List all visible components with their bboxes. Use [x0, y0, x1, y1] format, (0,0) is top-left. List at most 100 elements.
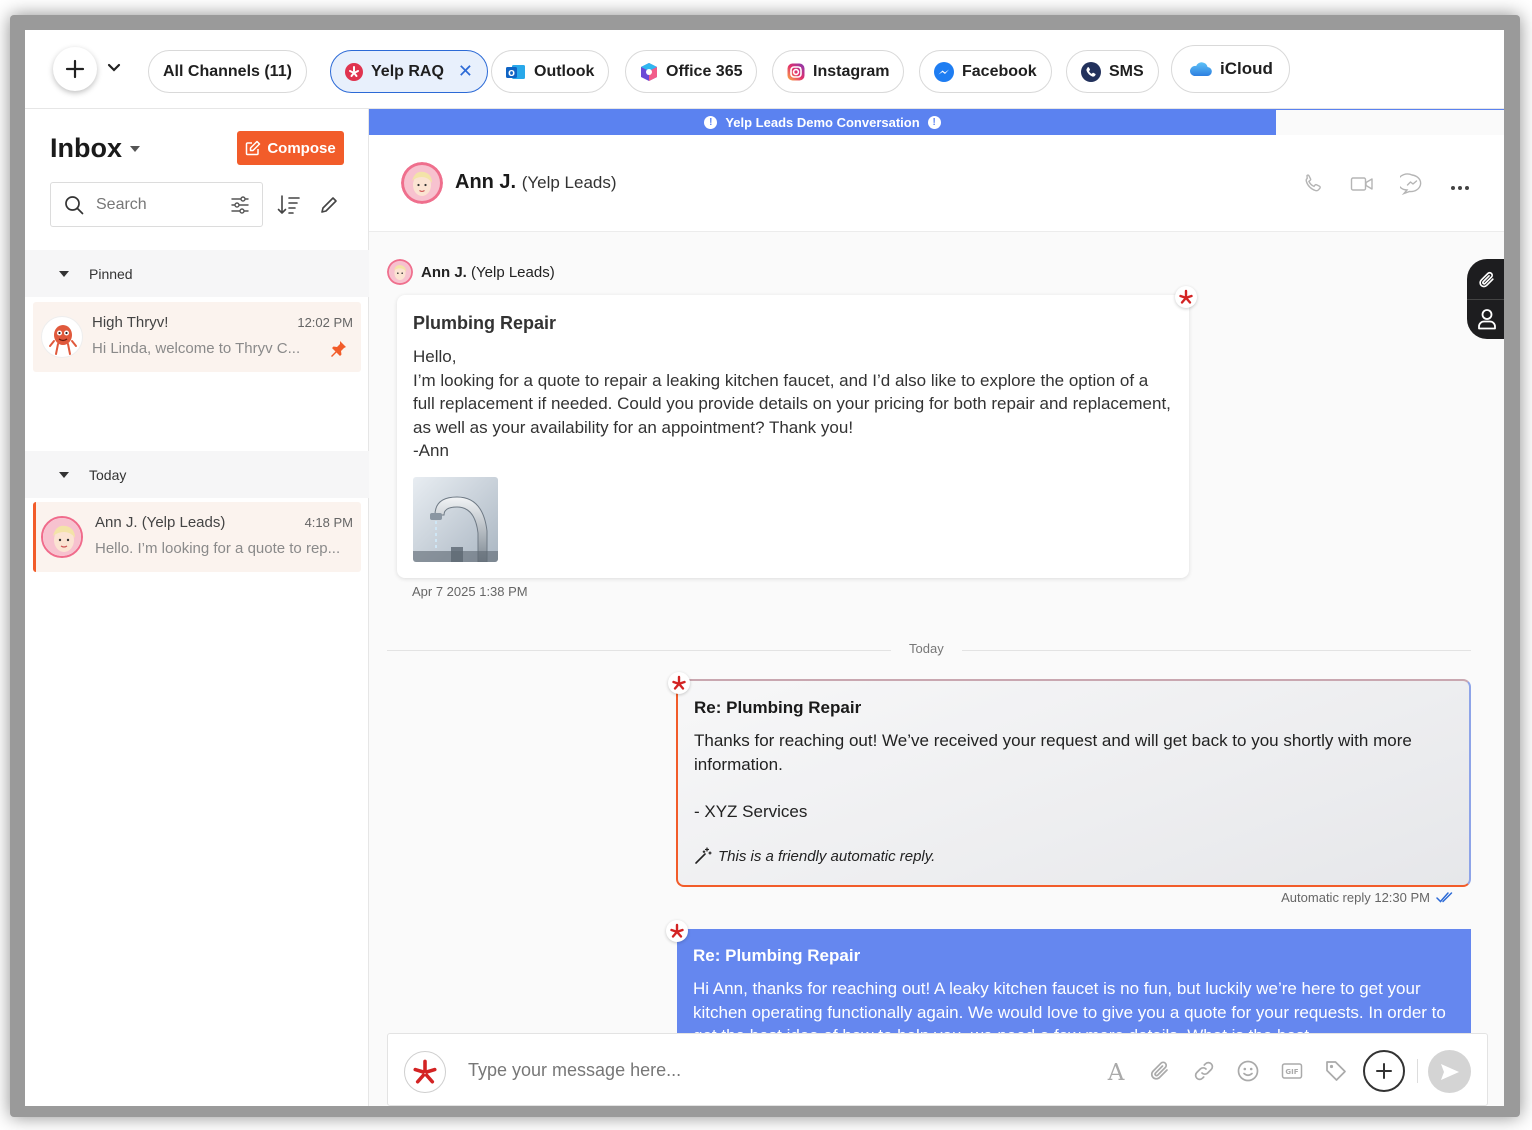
- paperclip-icon[interactable]: [1148, 1059, 1172, 1088]
- tag-icon[interactable]: [1324, 1059, 1348, 1088]
- search-input[interactable]: Search: [50, 182, 263, 227]
- toolbar-divider: [1417, 1059, 1418, 1083]
- chip-icloud[interactable]: iCloud: [1171, 45, 1290, 93]
- magic-wand-icon: [695, 847, 712, 864]
- chip-outlook[interactable]: O Outlook: [491, 50, 610, 93]
- section-today-header[interactable]: Today: [25, 451, 369, 498]
- gif-icon[interactable]: GIF: [1280, 1059, 1304, 1088]
- conversation-item-ann-j[interactable]: Ann J. (Yelp Leads) 4:18 PM Hello. I’m l…: [33, 502, 361, 572]
- text-format-icon[interactable]: A: [1104, 1059, 1128, 1088]
- composer-toolbar: A GIF: [1104, 1059, 1348, 1088]
- chip-yelp-raq[interactable]: Yelp RAQ ✕: [330, 50, 488, 93]
- inbox-sidebar: Inbox Compose Search Pinned High Thryv! …: [25, 109, 369, 1106]
- chip-all-channels[interactable]: All Channels (11): [148, 50, 307, 93]
- right-side-drawer-tabs: [1467, 259, 1504, 339]
- contact-name-text: Ann J.: [455, 171, 517, 193]
- chat-bubble-icon[interactable]: [1397, 173, 1424, 200]
- chip-facebook[interactable]: Facebook: [919, 50, 1052, 93]
- edit-pencil-icon[interactable]: [319, 195, 339, 220]
- conversation-header: Ann J. (Yelp Leads): [369, 135, 1504, 232]
- sort-icon[interactable]: [277, 194, 301, 221]
- compose-label: Compose: [267, 139, 336, 157]
- sender-source: (Yelp Leads): [471, 263, 555, 281]
- section-pinned-label: Pinned: [89, 265, 133, 282]
- conversation-preview: Hi Linda, welcome to Thryv C...: [92, 340, 301, 357]
- compose-icon: [246, 140, 261, 156]
- message-body: Hello, I’m looking for a quote to repair…: [413, 345, 1173, 463]
- pin-icon[interactable]: [329, 340, 347, 363]
- add-attachment-button[interactable]: [1363, 1050, 1405, 1092]
- message-greeting: Hello,: [413, 347, 457, 366]
- svg-text:GIF: GIF: [1285, 1068, 1298, 1076]
- more-options-icon[interactable]: [1450, 178, 1470, 196]
- chip-instagram[interactable]: Instagram: [772, 50, 905, 93]
- office365-icon: [640, 62, 658, 82]
- demo-banner-text: Yelp Leads Demo Conversation: [725, 114, 920, 130]
- outlook-icon: O: [506, 63, 526, 81]
- channel-menu-chevron-icon[interactable]: [107, 60, 121, 78]
- inbox-title-label: Inbox: [50, 133, 122, 163]
- phone-call-icon[interactable]: [1302, 173, 1324, 200]
- contact-name: Ann J. (Yelp Leads): [455, 171, 617, 194]
- auto-reply-meta-text: Automatic reply 12:30 PM: [1281, 890, 1430, 905]
- send-button[interactable]: [1428, 1050, 1471, 1093]
- attachments-tab[interactable]: [1467, 261, 1504, 299]
- channel-bar: All Channels (11) Yelp RAQ ✕ O Outlook O…: [25, 30, 1504, 109]
- inbox-title[interactable]: Inbox: [50, 133, 140, 164]
- caret-down-icon: [130, 145, 140, 152]
- new-channel-button[interactable]: [53, 47, 97, 91]
- compose-button[interactable]: Compose: [237, 131, 344, 165]
- conversation-time: 12:02 PM: [297, 315, 353, 330]
- instagram-icon: [787, 63, 805, 81]
- contact-avatar[interactable]: [401, 162, 443, 204]
- channel-select-yelp-button[interactable]: [404, 1051, 446, 1093]
- contact-details-tab[interactable]: [1467, 299, 1504, 337]
- auto-reply-meta: Automatic reply 12:30 PM: [1281, 890, 1454, 905]
- svg-text:O: O: [508, 69, 515, 78]
- yelp-badge-icon: [668, 672, 690, 694]
- messenger-icon: [934, 61, 954, 82]
- chip-sms[interactable]: SMS: [1066, 50, 1159, 93]
- reply-subject: Re: Plumbing Repair: [693, 946, 861, 965]
- message-input[interactable]: Type your message here...: [468, 1060, 681, 1081]
- message-signoff: -Ann: [413, 441, 449, 460]
- incoming-message-card: Plumbing Repair Hello, I’m looking for a…: [397, 286, 1197, 578]
- date-divider-label: Today: [891, 641, 962, 656]
- auto-reply-note-text: This is a friendly automatic reply.: [718, 847, 936, 865]
- send-icon: [1440, 1063, 1459, 1080]
- filter-sliders-icon[interactable]: [230, 195, 250, 220]
- icloud-icon: [1188, 61, 1212, 77]
- banner-rule: [1276, 109, 1504, 110]
- auto-reply-note: This is a friendly automatic reply.: [694, 847, 935, 865]
- info-icon: !: [704, 115, 718, 129]
- demo-banner: ! Yelp Leads Demo Conversation !: [369, 109, 1276, 135]
- auto-reply-subject: Re: Plumbing Repair: [694, 698, 862, 717]
- message-composer: Type your message here... A GIF: [387, 1033, 1488, 1106]
- automatic-reply-card: Re: Plumbing Repair Thanks for reaching …: [668, 672, 1471, 887]
- auto-reply-body: Thanks for reaching out! We’ve received …: [694, 731, 1412, 821]
- emoji-icon[interactable]: [1236, 1059, 1260, 1088]
- chip-instagram-label: Instagram: [813, 62, 890, 80]
- collapse-caret-icon: [59, 471, 69, 478]
- close-icon[interactable]: ✕: [458, 61, 473, 82]
- plus-icon: [1376, 1063, 1392, 1079]
- double-check-icon: [1436, 891, 1453, 903]
- chip-office365[interactable]: Office 365: [625, 50, 758, 93]
- paperclip-icon: [1479, 271, 1494, 288]
- sender-name: Ann J.: [421, 263, 467, 281]
- user-icon: [1478, 308, 1496, 329]
- conversation-item-high-thryv[interactable]: High Thryv! 12:02 PM Hi Linda, welcome t…: [33, 302, 361, 372]
- message-text: I’m looking for a quote to repair a leak…: [413, 370, 1171, 437]
- faucet-image-attachment[interactable]: [413, 477, 498, 562]
- yelp-badge-icon: [1175, 286, 1197, 308]
- video-call-icon[interactable]: [1350, 175, 1374, 198]
- link-icon[interactable]: [1192, 1059, 1216, 1088]
- chip-office365-label: Office 365: [666, 62, 743, 80]
- section-today-label: Today: [89, 466, 127, 483]
- info-icon: !: [927, 115, 941, 129]
- collapse-caret-icon: [59, 270, 69, 277]
- conversation-name: High Thryv!: [92, 314, 169, 331]
- header-actions: [1302, 173, 1470, 200]
- yelp-icon: [413, 1059, 437, 1084]
- section-pinned-header[interactable]: Pinned: [25, 250, 369, 297]
